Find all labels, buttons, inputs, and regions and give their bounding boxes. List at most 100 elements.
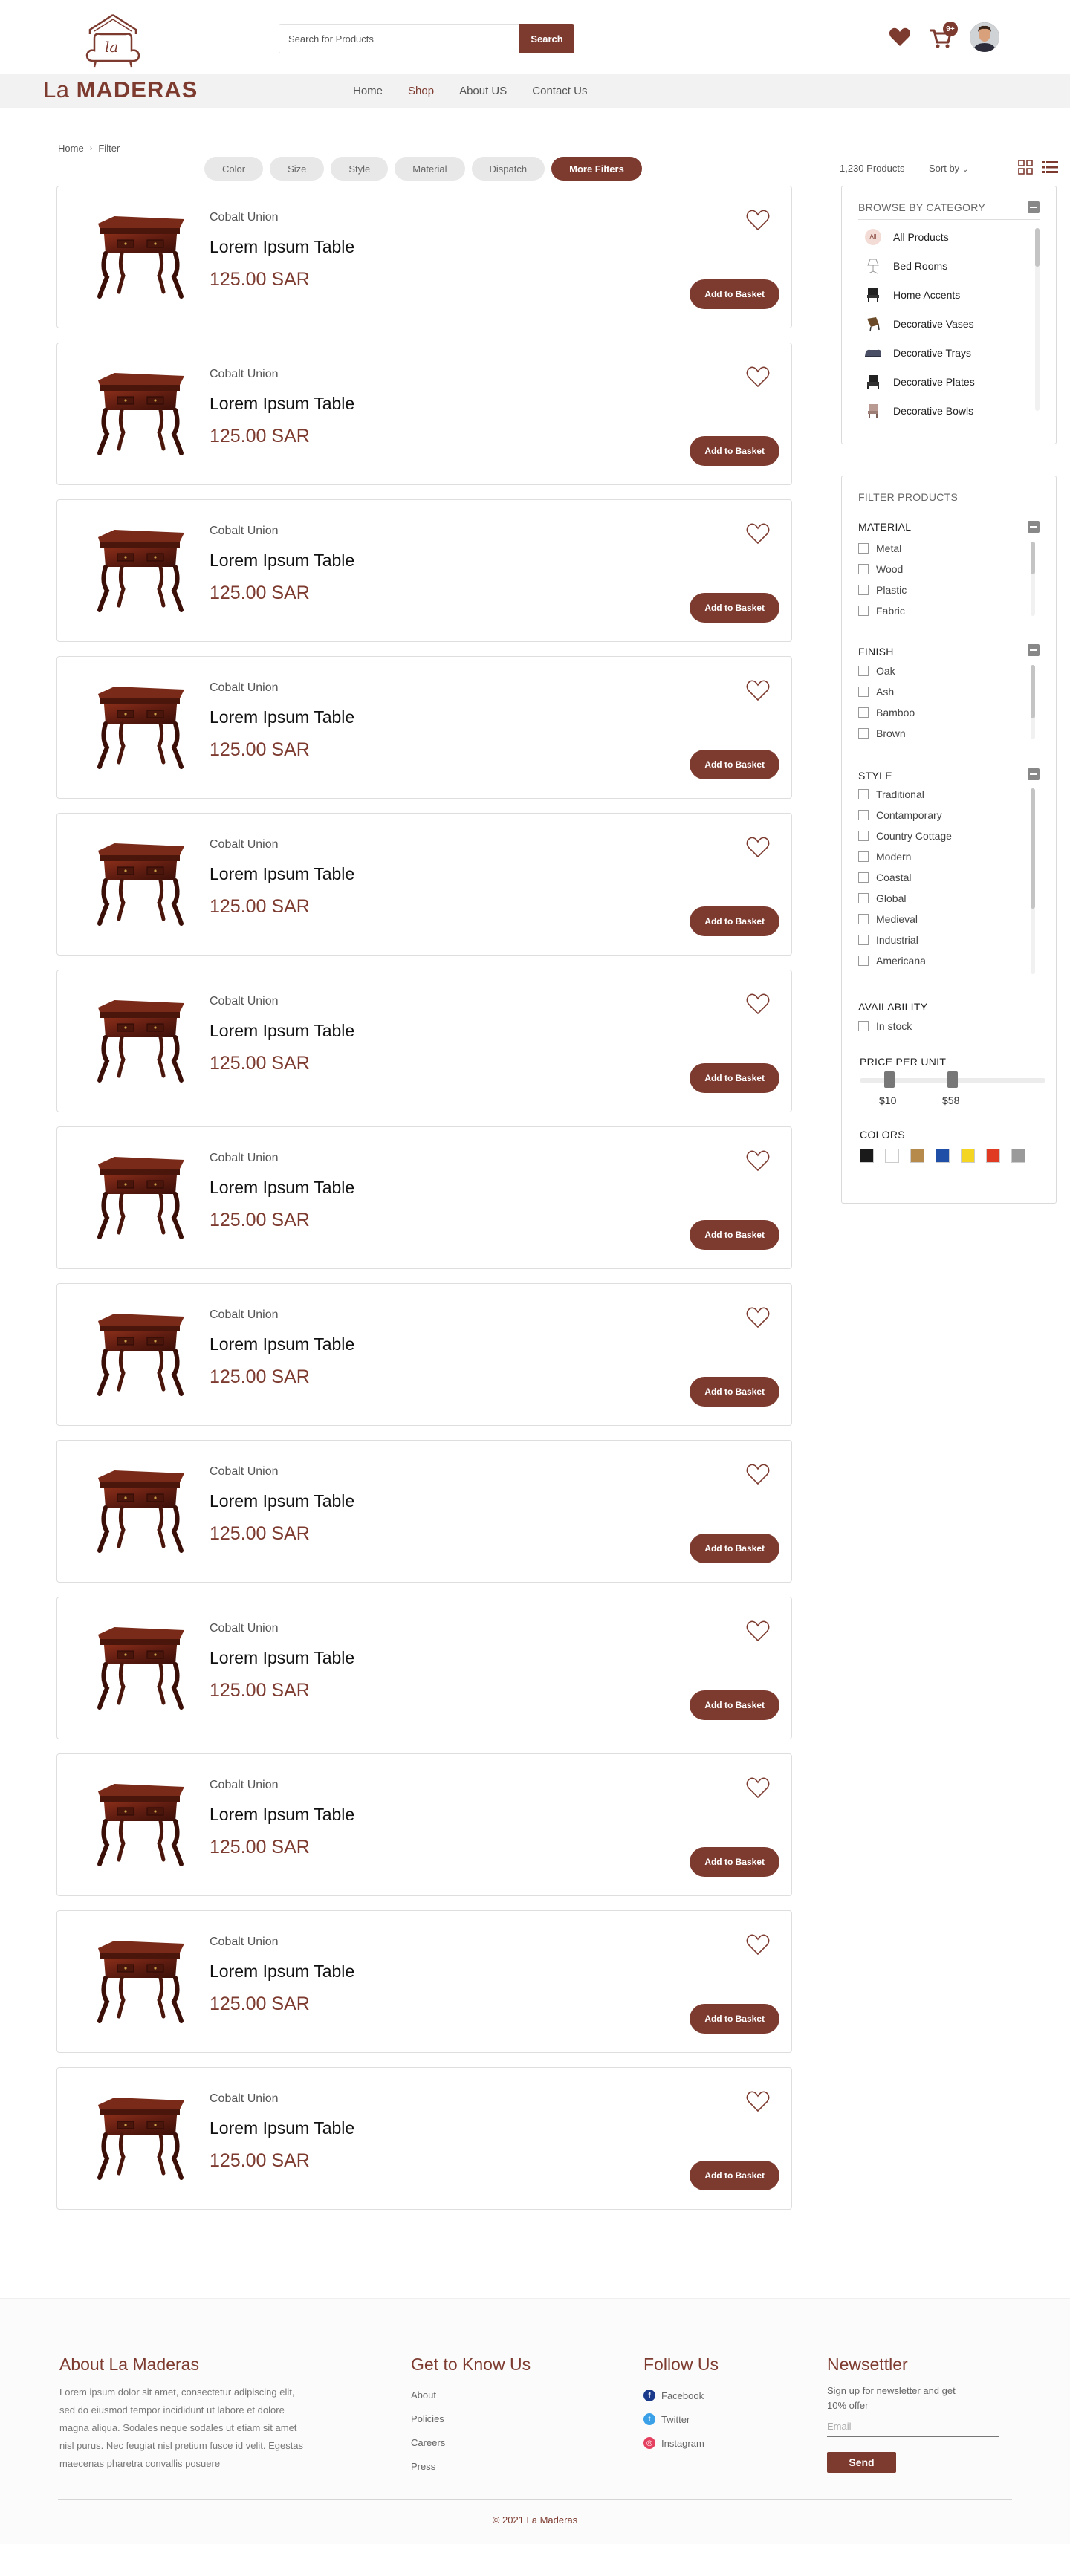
add-to-basket-button[interactable]: Add to Basket xyxy=(690,279,779,309)
checkbox[interactable] xyxy=(858,707,869,718)
product-name[interactable]: Lorem Ipsum Table xyxy=(210,864,354,884)
scrollbar-thumb[interactable] xyxy=(1035,228,1040,267)
product-name[interactable]: Lorem Ipsum Table xyxy=(210,237,354,257)
newsletter-send-button[interactable]: Send xyxy=(827,2452,896,2473)
checkbox[interactable] xyxy=(858,956,869,966)
checkbox-global[interactable]: Global xyxy=(858,888,952,909)
color-swatch[interactable] xyxy=(936,1149,950,1163)
table-product-image[interactable] xyxy=(92,1305,189,1401)
color-swatch[interactable] xyxy=(910,1149,924,1163)
checkbox-brown[interactable]: Brown xyxy=(858,723,915,744)
footer-link-about[interactable]: About xyxy=(411,2384,531,2407)
color-swatch[interactable] xyxy=(860,1149,874,1163)
nav-contact[interactable]: Contact Us xyxy=(532,85,587,97)
checkbox[interactable] xyxy=(858,935,869,945)
checkbox-country-cottage[interactable]: Country Cottage xyxy=(858,825,952,846)
product-card[interactable]: Cobalt Union Lorem Ipsum Table 125.00 SA… xyxy=(56,813,792,956)
category-decorative-bowls[interactable]: Decorative Bowls xyxy=(864,396,975,425)
checkbox-industrial[interactable]: Industrial xyxy=(858,929,952,950)
add-to-basket-button[interactable]: Add to Basket xyxy=(690,750,779,779)
color-swatch[interactable] xyxy=(885,1149,899,1163)
table-product-image[interactable] xyxy=(92,678,189,774)
product-card[interactable]: Cobalt Union Lorem Ipsum Table 125.00 SA… xyxy=(56,343,792,485)
color-swatch[interactable] xyxy=(1011,1149,1025,1163)
table-product-image[interactable] xyxy=(92,207,189,304)
checkbox-ash[interactable]: Ash xyxy=(858,681,915,702)
checkbox-modern[interactable]: Modern xyxy=(858,846,952,867)
nav-about[interactable]: About US xyxy=(459,85,507,97)
checkbox[interactable] xyxy=(858,851,869,862)
add-to-basket-button[interactable]: Add to Basket xyxy=(690,2161,779,2190)
add-to-basket-button[interactable]: Add to Basket xyxy=(690,1063,779,1093)
add-to-basket-button[interactable]: Add to Basket xyxy=(690,1847,779,1877)
price-max-handle[interactable] xyxy=(947,1071,958,1088)
product-card[interactable]: Cobalt Union Lorem Ipsum Table 125.00 SA… xyxy=(56,970,792,1112)
checkbox-medieval[interactable]: Medieval xyxy=(858,909,952,929)
product-name[interactable]: Lorem Ipsum Table xyxy=(210,707,354,727)
product-card[interactable]: Cobalt Union Lorem Ipsum Table 125.00 SA… xyxy=(56,1753,792,1896)
add-to-basket-button[interactable]: Add to Basket xyxy=(690,906,779,936)
table-product-image[interactable] xyxy=(92,834,189,931)
product-name[interactable]: Lorem Ipsum Table xyxy=(210,551,354,571)
footer-link-instagram[interactable]: ◎ Instagram xyxy=(643,2431,719,2455)
add-to-basket-button[interactable]: Add to Basket xyxy=(690,593,779,623)
cart-button[interactable]: 9+ xyxy=(928,22,958,50)
finish-scrollbar[interactable] xyxy=(1031,665,1035,739)
category-decorative-plates[interactable]: Decorative Plates xyxy=(864,367,975,396)
table-product-image[interactable] xyxy=(92,1932,189,2028)
nav-shop[interactable]: Shop xyxy=(408,85,434,97)
product-name[interactable]: Lorem Ipsum Table xyxy=(210,1334,354,1354)
wishlist-heart-icon[interactable] xyxy=(888,25,912,49)
checkbox[interactable] xyxy=(858,543,869,554)
sort-dropdown[interactable]: Sort by ⌄ xyxy=(929,163,968,174)
product-card[interactable]: Cobalt Union Lorem Ipsum Table 125.00 SA… xyxy=(56,656,792,799)
heart-outline-icon[interactable] xyxy=(745,1775,771,1800)
footer-link-facebook[interactable]: f Facebook xyxy=(643,2384,719,2407)
chip-color[interactable]: Color xyxy=(204,157,264,181)
add-to-basket-button[interactable]: Add to Basket xyxy=(690,2004,779,2034)
add-to-basket-button[interactable]: Add to Basket xyxy=(690,436,779,466)
checkbox[interactable] xyxy=(858,606,869,616)
breadcrumb-home[interactable]: Home xyxy=(58,143,84,154)
price-min-handle[interactable] xyxy=(884,1071,895,1088)
newsletter-email-input[interactable] xyxy=(827,2416,999,2437)
heart-outline-icon[interactable] xyxy=(745,1305,771,1330)
table-product-image[interactable] xyxy=(92,1775,189,1872)
heart-outline-icon[interactable] xyxy=(745,1148,771,1173)
category-decorative-vases[interactable]: Decorative Vases xyxy=(864,309,975,338)
collapse-icon[interactable] xyxy=(1028,201,1040,213)
checkbox[interactable] xyxy=(858,893,869,903)
table-product-image[interactable] xyxy=(92,991,189,1088)
checkbox[interactable] xyxy=(858,728,869,739)
style-scrollbar[interactable] xyxy=(1031,788,1035,974)
checkbox-coastal[interactable]: Coastal xyxy=(858,867,952,888)
heart-outline-icon[interactable] xyxy=(745,521,771,546)
checkbox-wood[interactable]: Wood xyxy=(858,559,907,580)
table-product-image[interactable] xyxy=(92,2089,189,2185)
list-view-icon[interactable] xyxy=(1042,160,1058,175)
scrollbar-thumb[interactable] xyxy=(1031,788,1035,909)
heart-outline-icon[interactable] xyxy=(745,991,771,1016)
checkbox-contamporary[interactable]: Contamporary xyxy=(858,805,952,825)
product-card[interactable]: Cobalt Union Lorem Ipsum Table 125.00 SA… xyxy=(56,2067,792,2210)
product-card[interactable]: Cobalt Union Lorem Ipsum Table 125.00 SA… xyxy=(56,1910,792,2053)
product-name[interactable]: Lorem Ipsum Table xyxy=(210,394,354,414)
collapse-icon[interactable] xyxy=(1028,521,1040,533)
heart-outline-icon[interactable] xyxy=(745,1461,771,1487)
table-product-image[interactable] xyxy=(92,364,189,461)
scrollbar-thumb[interactable] xyxy=(1031,665,1035,718)
category-bed-rooms[interactable]: Bed Rooms xyxy=(864,251,975,280)
checkbox[interactable] xyxy=(858,789,869,799)
heart-outline-icon[interactable] xyxy=(745,678,771,703)
table-product-image[interactable] xyxy=(92,521,189,617)
product-name[interactable]: Lorem Ipsum Table xyxy=(210,1962,354,1982)
chip-dispatch[interactable]: Dispatch xyxy=(471,157,545,181)
collapse-icon[interactable] xyxy=(1028,768,1040,780)
table-product-image[interactable] xyxy=(92,1618,189,1715)
checkbox[interactable] xyxy=(858,872,869,883)
add-to-basket-button[interactable]: Add to Basket xyxy=(690,1220,779,1250)
heart-outline-icon[interactable] xyxy=(745,1932,771,1957)
checkbox-in-stock[interactable]: In stock xyxy=(858,1016,912,1036)
heart-outline-icon[interactable] xyxy=(745,2089,771,2114)
grid-view-icon[interactable] xyxy=(1018,160,1033,175)
